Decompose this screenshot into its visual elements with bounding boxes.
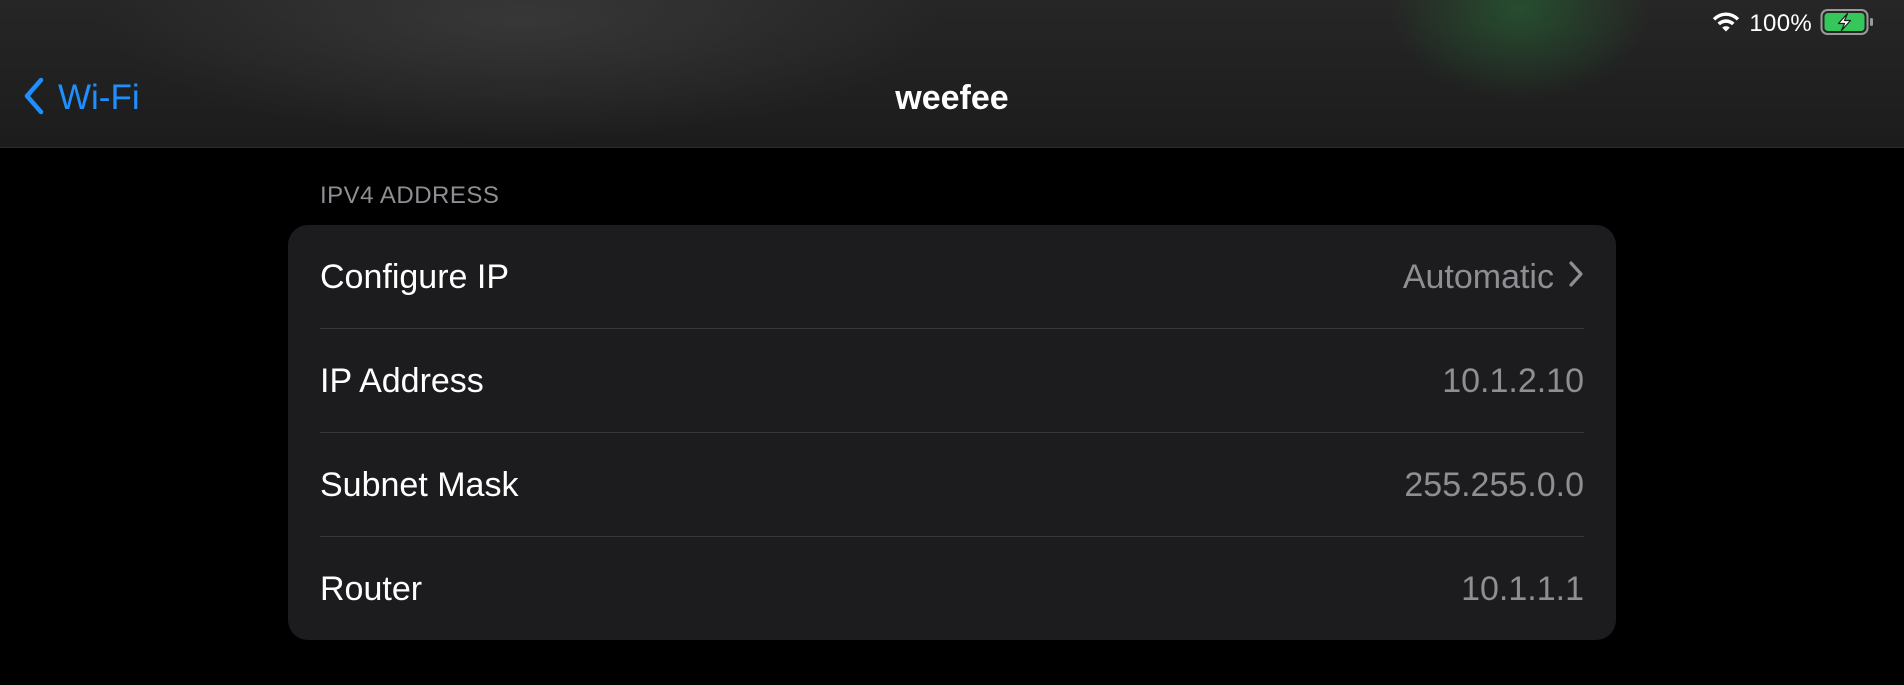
row-label: Configure IP [320,257,509,296]
subnet-mask-row: Subnet Mask 255.255.0.0 [320,433,1584,537]
router-value: 10.1.1.1 [1461,569,1584,608]
ip-address-value: 10.1.2.10 [1442,361,1584,400]
row-label: IP Address [320,361,484,400]
router-row: Router 10.1.1.1 [320,537,1584,640]
ip-address-row: IP Address 10.1.2.10 [320,329,1584,433]
row-label: Subnet Mask [320,465,519,504]
battery-percentage: 100% [1749,10,1812,37]
navigation-bar: 100% Wi-Fi weefee [0,0,1904,148]
battery-charging-icon [1820,8,1874,41]
row-value: Automatic [1403,258,1584,297]
page-title: weefee [895,79,1009,117]
subnet-mask-value: 255.255.0.0 [1404,465,1584,504]
wifi-icon [1711,10,1741,39]
chevron-right-icon [1568,258,1584,297]
configure-ip-row[interactable]: Configure IP Automatic [320,225,1584,329]
section-header: IPV4 ADDRESS [320,182,500,209]
row-label: Router [320,569,423,608]
ipv4-settings-group: Configure IP Automatic IP Address 10.1.2… [288,225,1616,640]
status-bar: 100% [1711,8,1874,40]
configure-ip-value: Automatic [1402,257,1554,296]
